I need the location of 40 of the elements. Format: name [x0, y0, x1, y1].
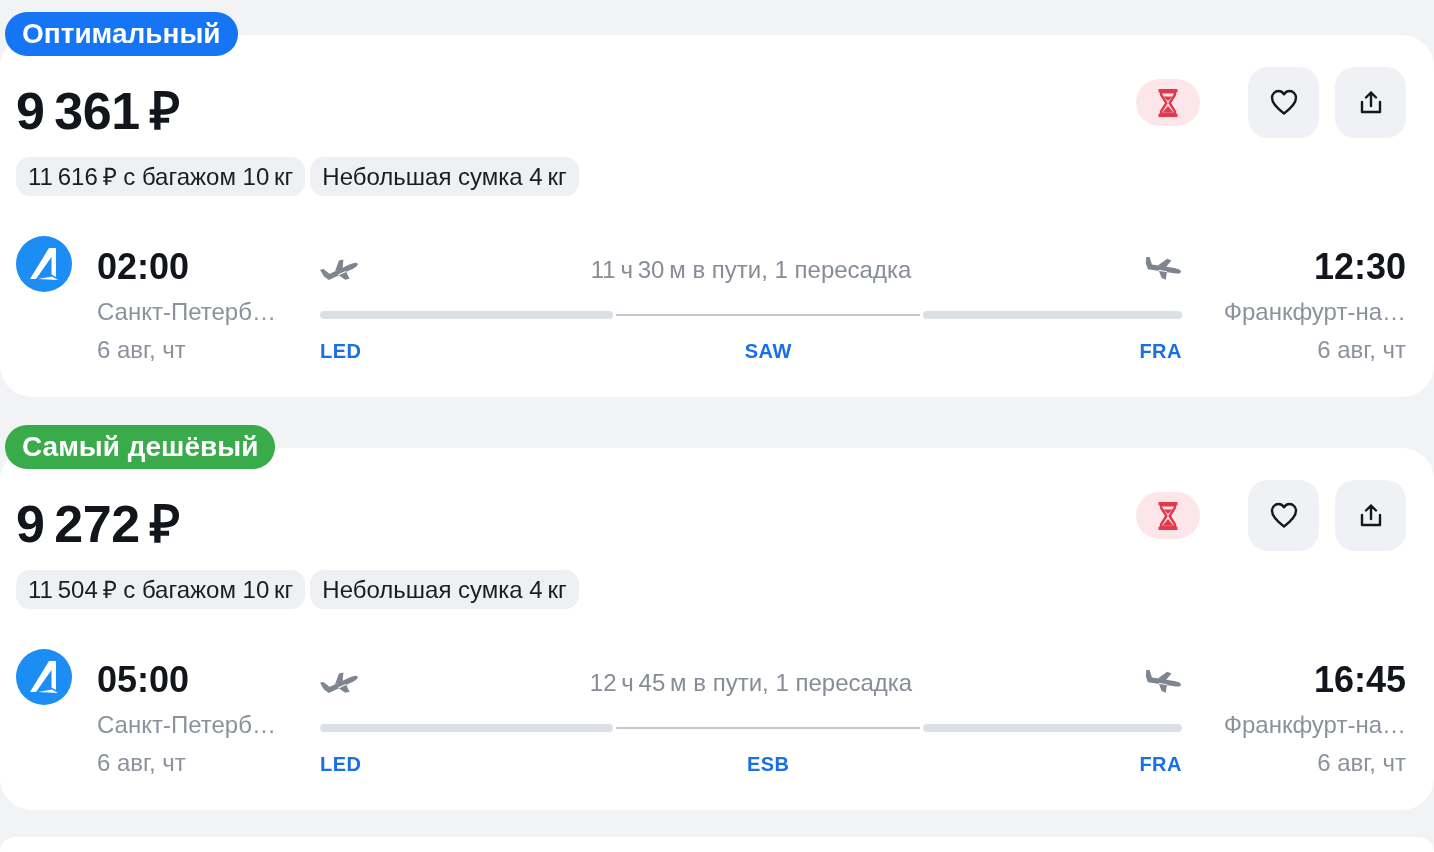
arrival-time: 12:30	[1312, 247, 1406, 287]
info-chip: Небольшая сумка 4 кг	[310, 570, 579, 609]
heart-icon	[1269, 89, 1298, 116]
flight-duration: 11 ч 30 м в пути, 1 пересадка	[589, 255, 913, 285]
arrival-city: Франкфурт-на…	[1222, 297, 1406, 327]
departure-date: 6 авг, чт	[97, 748, 187, 778]
category-badge: Самый дешёвый	[5, 425, 276, 469]
airport-code: SAW	[744, 340, 792, 362]
category-badge: Оптимальный	[5, 12, 238, 56]
favorite-button[interactable]	[1248, 480, 1319, 551]
plane-takeoff-icon	[320, 671, 360, 695]
heart-icon	[1269, 502, 1298, 529]
share-button[interactable]	[1335, 480, 1406, 551]
airline-logo-icon	[16, 236, 72, 292]
price-text: 9 361 ₽	[16, 85, 179, 137]
price-text: 9 272 ₽	[16, 498, 179, 550]
hourglass-icon	[1136, 492, 1200, 539]
arrival-date: 6 авг, чт	[1316, 335, 1406, 365]
arrival-city: Франкфурт-на…	[1222, 710, 1406, 740]
info-chip: 11 616 ₽ с багажом 10 кг	[16, 157, 306, 196]
info-chip: 11 504 ₽ с багажом 10 кг	[16, 570, 306, 609]
info-chip: Небольшая сумка 4 кг	[310, 157, 579, 196]
plane-takeoff-icon	[320, 258, 360, 282]
airport-code: LED	[320, 753, 362, 775]
departure-time: 02:00	[97, 247, 191, 287]
favorite-button[interactable]	[1248, 67, 1319, 138]
airport-code: LED	[320, 340, 362, 362]
arrival-date: 6 авг, чт	[1316, 748, 1406, 778]
departure-city: Санкт-Петерб…	[97, 297, 277, 327]
flight-duration: 12 ч 45 м в пути, 1 пересадка	[588, 668, 914, 698]
departure-time: 05:00	[97, 660, 191, 700]
airport-code: FRA	[1139, 753, 1182, 775]
airport-code: ESB	[746, 753, 790, 775]
departure-date: 6 авг, чт	[97, 335, 187, 365]
airport-code: FRA	[1139, 340, 1182, 362]
departure-city: Санкт-Петерб…	[97, 710, 277, 740]
arrival-time: 16:45	[1312, 660, 1406, 700]
airline-logo-icon	[16, 649, 72, 705]
share-button[interactable]	[1335, 67, 1406, 138]
hourglass-icon	[1136, 79, 1200, 126]
